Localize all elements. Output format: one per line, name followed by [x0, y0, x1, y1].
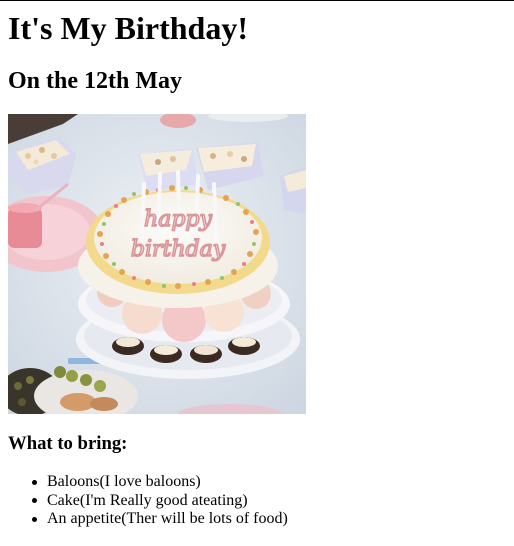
- page-subtitle: On the 12th May: [8, 68, 182, 94]
- cake-writing-top: happy: [144, 207, 212, 232]
- top-border: [0, 0, 514, 1]
- list-item: Baloons(I love baloons): [8, 473, 288, 492]
- bring-section-title: What to bring:: [8, 433, 128, 454]
- bring-list: Baloons(I love baloons) Cake(I'm Really …: [8, 473, 288, 529]
- birthday-cake-image: happy birthday: [8, 114, 306, 414]
- cake-writing-bottom: birthday: [131, 237, 226, 262]
- list-item: An appetite(Ther will be lots of food): [8, 510, 288, 529]
- list-item: Cake(I'm Really good ateating): [8, 492, 288, 511]
- page-title: It's My Birthday!: [8, 10, 248, 46]
